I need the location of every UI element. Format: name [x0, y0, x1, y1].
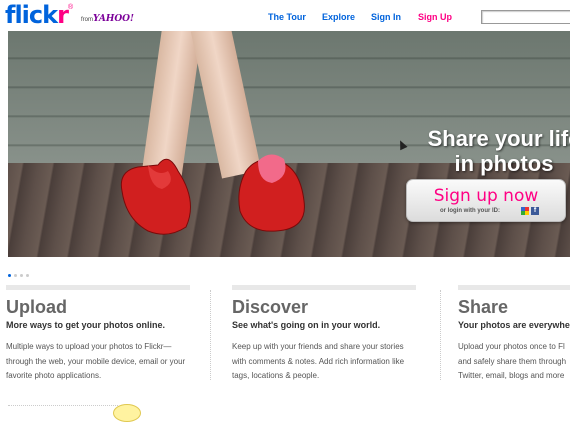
carousel-dot[interactable] — [26, 274, 29, 277]
carousel-dot[interactable] — [20, 274, 23, 277]
feature-discover: Discover See what's going on in your wor… — [232, 285, 416, 384]
feature-divider-bar — [232, 285, 416, 290]
feature-subtitle: See what's going on in your world. — [232, 320, 381, 330]
sun-icon — [113, 404, 141, 422]
hero-tagline-line2: in photos — [454, 151, 554, 176]
carousel-dot[interactable] — [14, 274, 17, 277]
feature-body: Keep up with your friends and share your… — [232, 342, 405, 380]
hero-tagline-line1: Share your life — [427, 126, 570, 151]
column-separator — [440, 290, 441, 380]
feature-title: Discover — [232, 297, 309, 317]
feature-title: Upload — [6, 297, 67, 317]
facebook-icon[interactable]: f — [531, 207, 539, 215]
logo-text-r: r — [57, 1, 69, 29]
column-separator — [210, 290, 211, 380]
feature-divider-bar — [6, 285, 190, 290]
flickr-logo[interactable]: flickr® from YAHOO! — [5, 1, 134, 29]
logo-from-text: from — [81, 17, 93, 23]
nav-sign-in[interactable]: Sign In — [371, 12, 401, 22]
carousel-dots — [8, 264, 32, 282]
feature-divider-bar — [458, 285, 570, 290]
logo-registered: ® — [67, 4, 74, 11]
feature-subtitle: More ways to get your photos online. — [6, 320, 166, 330]
nav-the-tour[interactable]: The Tour — [268, 12, 306, 22]
carousel-dot[interactable] — [8, 274, 11, 277]
footer-divider — [8, 405, 118, 406]
feature-upload: Upload More ways to get your photos onli… — [6, 285, 190, 384]
red-shoes-illustration — [120, 154, 305, 235]
feature-body: Upload your photos once to Fl and safely… — [458, 342, 567, 380]
logo-text-flick: flick — [5, 1, 58, 29]
sign-up-now-label: Sign up now — [433, 186, 539, 206]
feature-share: Share Your photos are everywhe Upload yo… — [458, 285, 570, 384]
feature-body: Multiple ways to upload your photos to F… — [6, 342, 186, 380]
nav-sign-up[interactable]: Sign Up — [418, 12, 452, 22]
sign-up-now-button[interactable]: Sign up now or login with your ID: f — [406, 179, 566, 222]
login-with-id-text: or login with your ID: — [440, 208, 500, 214]
nav-explore[interactable]: Explore — [322, 12, 355, 22]
search-input[interactable] — [481, 10, 570, 24]
feature-subtitle: Your photos are everywhe — [458, 320, 570, 330]
google-icon[interactable] — [521, 207, 529, 215]
feature-title: Share — [458, 297, 509, 317]
hero-banner: Share your life in photos — [8, 31, 570, 257]
yahoo-logo: YAHOO! — [93, 14, 134, 24]
hero-tagline: Share your life in photos — [404, 126, 570, 176]
